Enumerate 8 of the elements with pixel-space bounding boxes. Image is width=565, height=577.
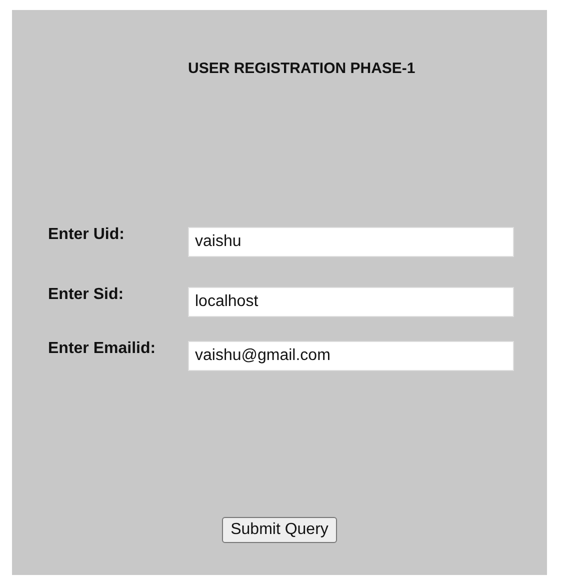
field-label: Enter Sid: bbox=[48, 286, 125, 304]
input-field[interactable]: vaishu bbox=[188, 227, 514, 257]
form-title: USER REGISTRATION PHASE-1 bbox=[188, 60, 416, 77]
input-field[interactable]: localhost bbox=[188, 287, 514, 317]
input-field[interactable]: vaishu@gmail.com bbox=[188, 341, 514, 371]
field-label: Enter Emailid: bbox=[48, 340, 157, 358]
field-label: Enter Uid: bbox=[48, 226, 126, 244]
submit-button[interactable]: Submit Query bbox=[222, 517, 338, 543]
